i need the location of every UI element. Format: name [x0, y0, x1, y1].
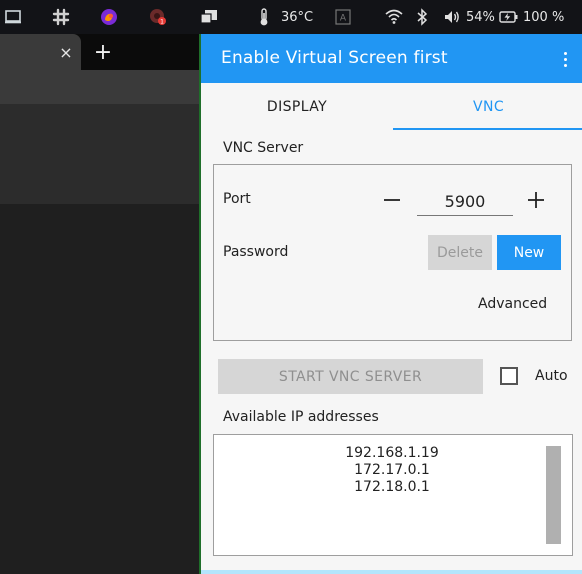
close-tab-icon[interactable]: ×	[58, 42, 74, 62]
svg-text:1: 1	[160, 19, 164, 26]
password-label: Password	[223, 244, 289, 260]
screens-icon[interactable]	[199, 0, 219, 34]
auto-checkbox[interactable]	[500, 367, 518, 385]
wifi-icon[interactable]	[385, 0, 403, 34]
tab-display[interactable]: DISPLAY	[201, 83, 393, 131]
browser-tab[interactable]: ×	[0, 34, 81, 70]
port-label: Port	[223, 191, 251, 207]
battery-percent: 54%	[466, 9, 495, 25]
vnc-app-window: Enable Virtual Screen first DISPLAY VNC …	[199, 34, 582, 574]
more-options-icon[interactable]	[558, 48, 572, 70]
desktop-background	[0, 204, 200, 574]
new-tab-button[interactable]: +	[92, 38, 114, 66]
ip-address-item: 192.168.1.19	[345, 445, 439, 461]
browser-content	[0, 104, 200, 204]
ip-list-scrollbar[interactable]	[546, 446, 561, 544]
ip-address-items: 192.168.1.19 172.17.0.1 172.18.0.1	[214, 445, 572, 496]
app-title: Enable Virtual Screen first	[221, 48, 448, 68]
keyboard-icon[interactable]: A	[335, 0, 351, 34]
tab-bar: DISPLAY VNC	[201, 83, 582, 131]
notification-app-icon[interactable]: 1	[148, 0, 168, 34]
ip-addresses-label: Available IP addresses	[223, 409, 379, 425]
firefox-icon[interactable]	[99, 0, 119, 34]
svg-text:A: A	[340, 14, 347, 24]
vnc-server-section-label: VNC Server	[223, 140, 304, 156]
system-top-bar: 1 36°C A 54% 100 %	[0, 0, 582, 34]
thermometer-icon	[258, 0, 270, 34]
slack-icon[interactable]	[52, 0, 70, 34]
app-bar: Enable Virtual Screen first	[201, 34, 582, 83]
battery-charging-icon	[499, 0, 519, 34]
start-vnc-server-button[interactable]: START VNC SERVER	[218, 359, 483, 394]
port-input[interactable]	[417, 186, 513, 216]
temperature-label: 36°C	[281, 9, 314, 25]
port-decrement-button[interactable]	[381, 189, 403, 211]
auto-label: Auto	[535, 368, 568, 384]
ip-address-item: 172.17.0.1	[354, 462, 430, 478]
port-increment-button[interactable]	[525, 189, 547, 211]
volume-icon[interactable]	[443, 0, 461, 34]
browser-tab-strip: × +	[0, 34, 200, 70]
battery-charge-label: 100 %	[523, 9, 565, 25]
delete-password-button[interactable]: Delete	[428, 235, 492, 270]
app-bottom-edge	[201, 570, 582, 574]
advanced-button[interactable]: Advanced	[478, 296, 547, 312]
screen-icon[interactable]	[4, 0, 22, 34]
ip-address-item: 172.18.0.1	[354, 479, 430, 495]
ip-addresses-list: 192.168.1.19 172.17.0.1 172.18.0.1	[213, 434, 573, 556]
active-tab-indicator	[393, 128, 582, 130]
bluetooth-icon[interactable]	[416, 0, 428, 34]
tab-vnc[interactable]: VNC	[393, 83, 582, 131]
new-password-button[interactable]: New	[497, 235, 561, 270]
browser-toolbar	[0, 70, 200, 104]
